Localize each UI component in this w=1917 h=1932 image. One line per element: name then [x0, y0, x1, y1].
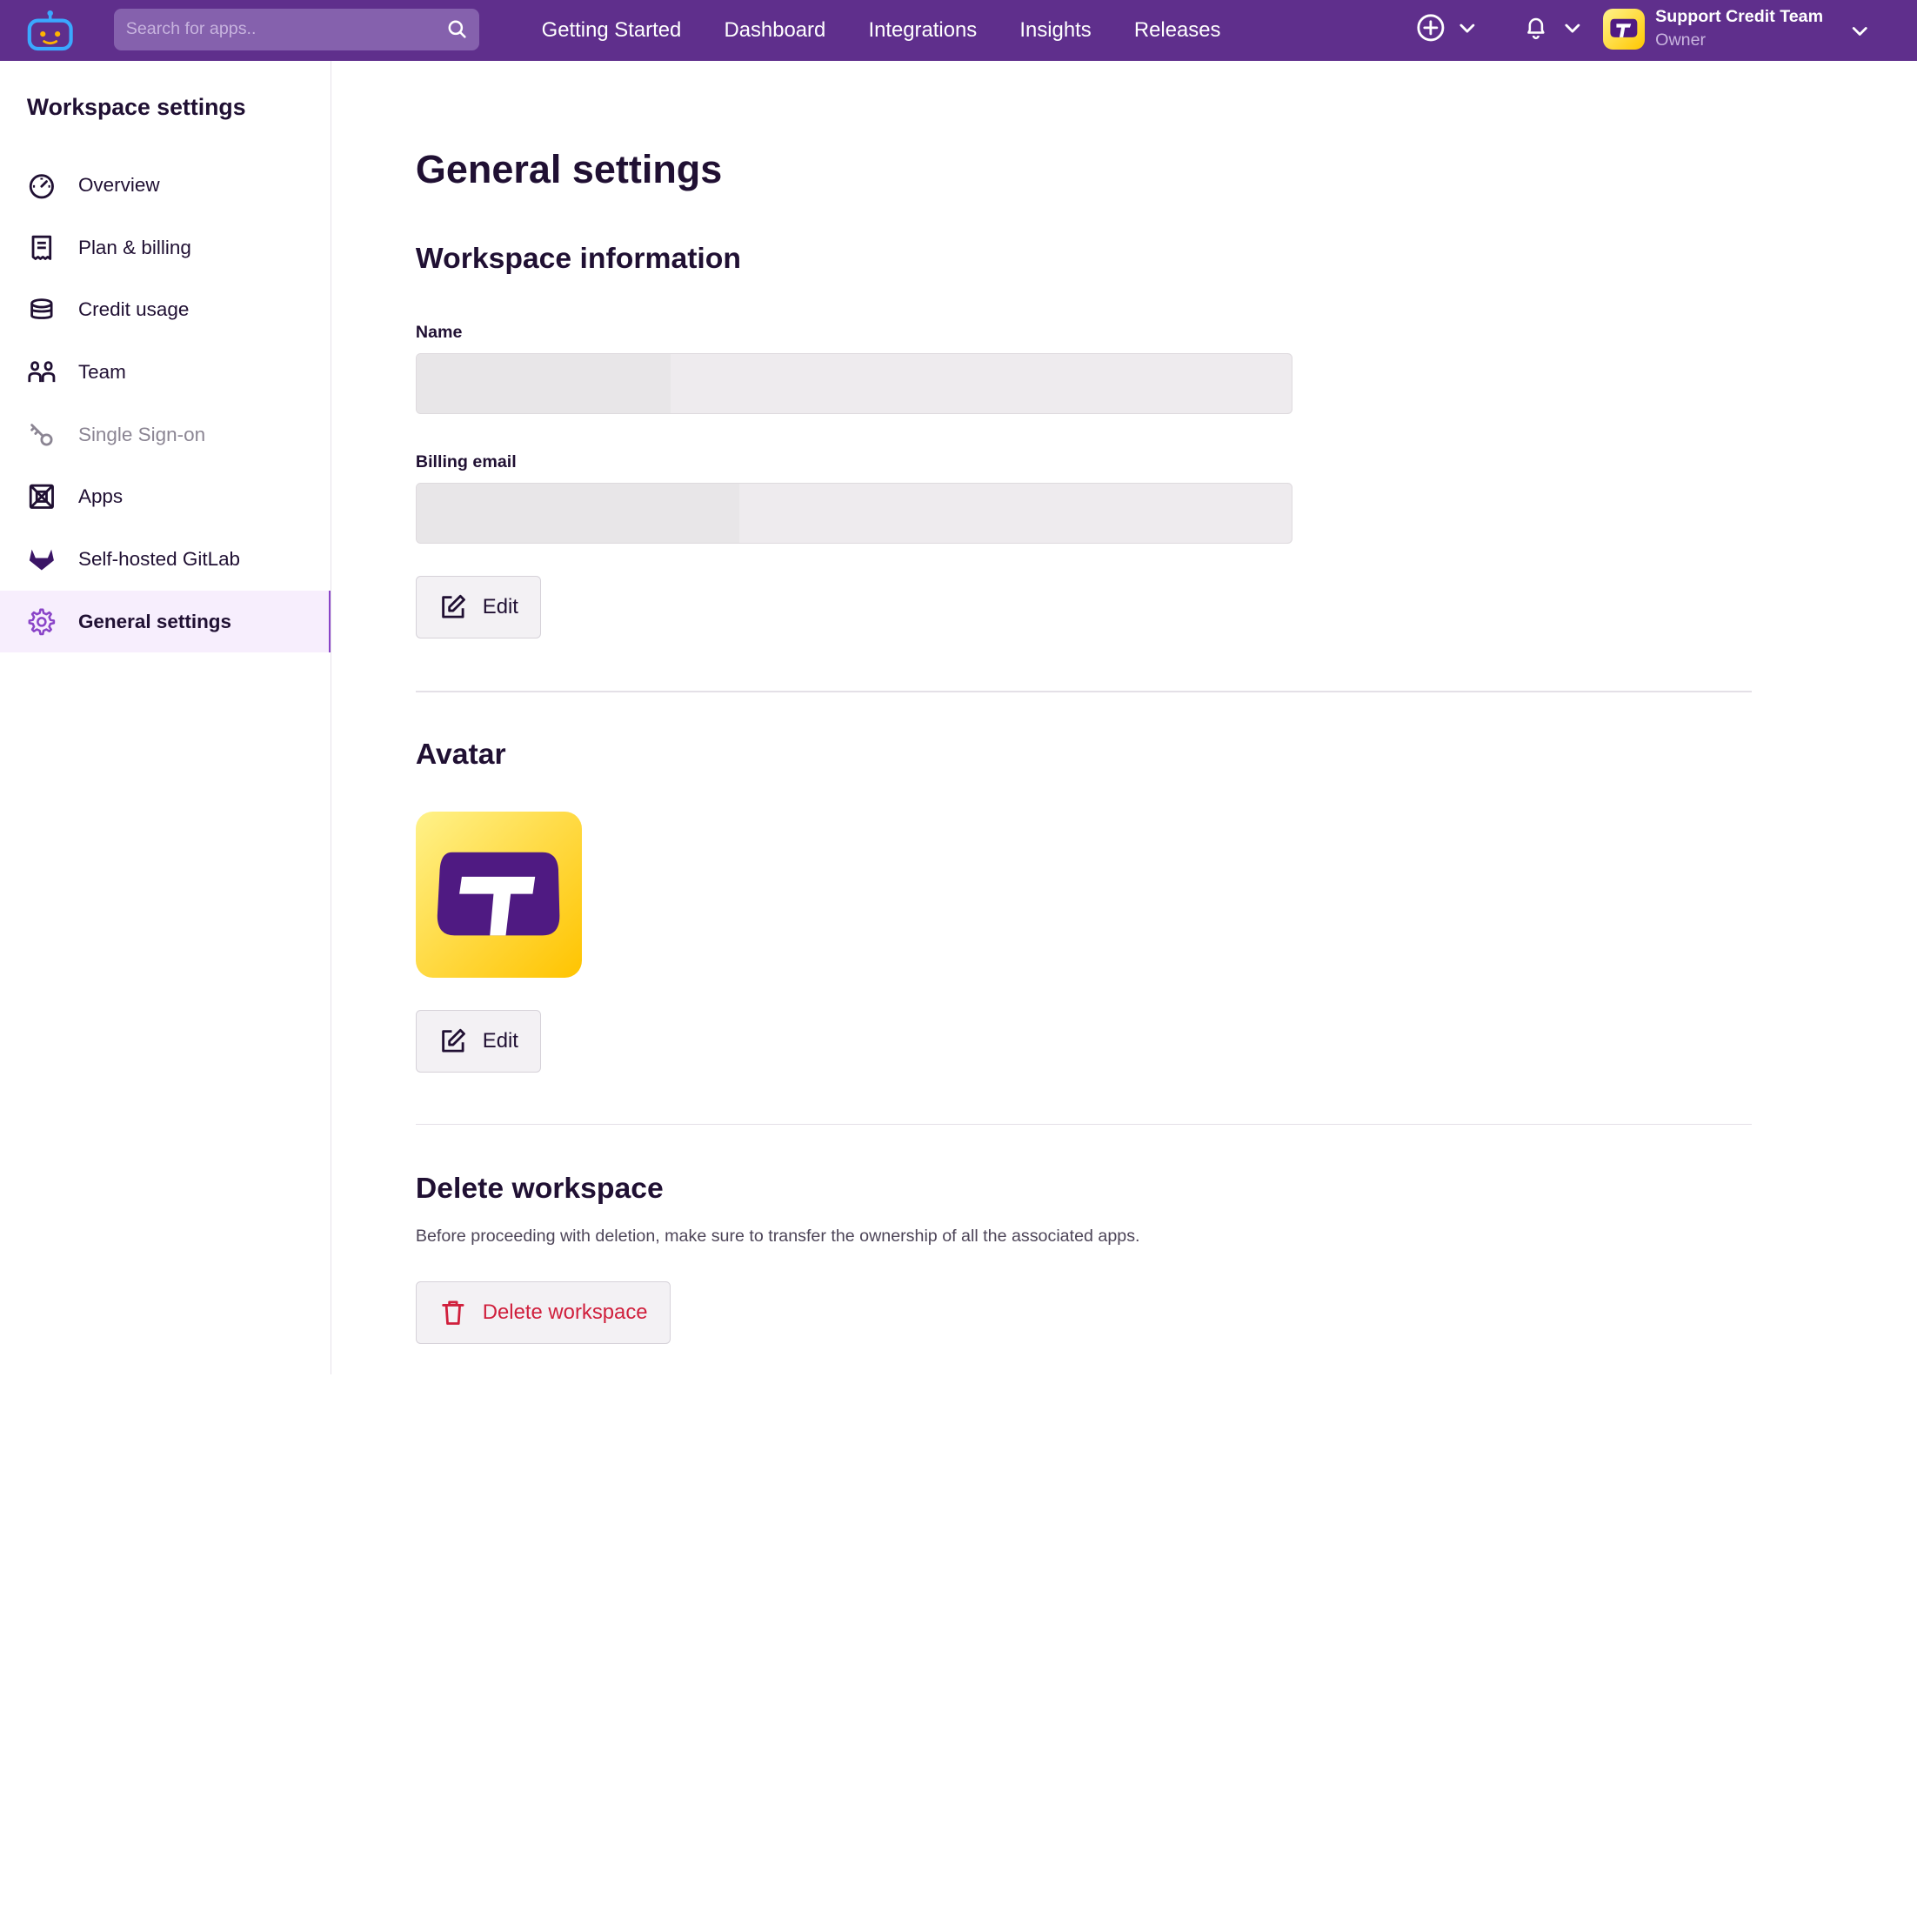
- delete-workspace-description: Before proceeding with deletion, make su…: [415, 1226, 1140, 1246]
- search-input[interactable]: [125, 19, 448, 40]
- section-divider: [415, 1123, 1753, 1126]
- search-icon[interactable]: [447, 19, 467, 39]
- sidebar-nav: Overview Plan & billing Credit usage Tea…: [0, 154, 331, 653]
- sidebar-item-team[interactable]: Team: [0, 341, 331, 404]
- top-bar: Getting Started Dashboard Integrations I…: [0, 0, 1917, 62]
- chevron-down-icon: [1459, 24, 1475, 33]
- page-title: General settings: [415, 146, 723, 191]
- nav-insights[interactable]: Insights: [1019, 0, 1091, 61]
- create-menu-button[interactable]: [1416, 13, 1482, 43]
- edit-label: Edit: [482, 594, 518, 618]
- chevron-down-icon: [1565, 24, 1580, 33]
- nav-dashboard[interactable]: Dashboard: [724, 0, 825, 61]
- sidebar-item-label: Single Sign-on: [77, 423, 206, 445]
- app-logo[interactable]: [27, 10, 73, 51]
- main-nav: Getting Started Dashboard Integrations I…: [542, 0, 1264, 61]
- workspace-logo-icon: [438, 852, 560, 936]
- team-icon: [27, 358, 57, 387]
- edit-workspace-info-button[interactable]: Edit: [415, 576, 542, 638]
- page: Getting Started Dashboard Integrations I…: [0, 0, 1917, 1374]
- delete-workspace-heading: Delete workspace: [415, 1171, 664, 1205]
- coins-stack-icon: [27, 295, 57, 324]
- account-menu[interactable]: Support Credit Team Owner: [1602, 7, 1872, 50]
- edit-icon: [442, 1028, 466, 1053]
- notifications-button[interactable]: [1508, 13, 1586, 43]
- bell-icon: [1526, 18, 1545, 40]
- sidebar-item-label: General settings: [77, 610, 232, 632]
- gitlab-icon: [27, 545, 57, 574]
- trash-icon: [442, 1300, 464, 1325]
- sidebar-title: Workspace settings: [26, 94, 246, 121]
- plus-circle-icon: [1417, 14, 1445, 42]
- account-role: Owner: [1655, 30, 1707, 50]
- edit-icon: [442, 594, 466, 618]
- edit-avatar-button[interactable]: Edit: [415, 1010, 542, 1073]
- top-actions: [1416, 13, 1614, 43]
- nav-integrations[interactable]: Integrations: [868, 0, 977, 61]
- delete-workspace-label: Delete workspace: [482, 1300, 648, 1324]
- sidebar-item-credit-usage[interactable]: Credit usage: [0, 278, 331, 341]
- workspace-information-heading: Workspace information: [415, 242, 741, 276]
- workspace-avatar-image: [415, 812, 583, 979]
- avatar-heading: Avatar: [415, 737, 506, 771]
- edit-label: Edit: [482, 1028, 518, 1053]
- loading-placeholder: [416, 484, 739, 543]
- billing-email-label: Billing email: [415, 452, 517, 472]
- billing-email-field[interactable]: [415, 483, 1292, 545]
- name-label: Name: [415, 323, 463, 343]
- sidebar-item-label: Team: [77, 360, 126, 383]
- sidebar-item-plan-billing[interactable]: Plan & billing: [0, 217, 331, 279]
- sidebar-item-general-settings[interactable]: General settings: [0, 590, 331, 653]
- sidebar-item-self-hosted-gitlab[interactable]: Self-hosted GitLab: [0, 528, 331, 591]
- nav-releases[interactable]: Releases: [1134, 0, 1221, 61]
- gear-icon: [27, 607, 57, 637]
- sidebar-item-label: Plan & billing: [77, 236, 191, 258]
- sidebar-item-label: Credit usage: [77, 298, 190, 321]
- key-icon: [27, 420, 57, 450]
- gauge-icon: [27, 170, 57, 200]
- sidebar-item-apps[interactable]: Apps: [0, 465, 331, 528]
- bot-logo-icon: [27, 10, 73, 51]
- account-name: Support Credit Team: [1655, 7, 1824, 27]
- sidebar-item-label: Self-hosted GitLab: [77, 547, 241, 570]
- receipt-icon: [27, 233, 57, 263]
- name-field[interactable]: [415, 353, 1292, 415]
- workspace-avatar: [1602, 8, 1645, 50]
- settings-sidebar: Workspace settings Overview Plan & billi…: [0, 61, 331, 1374]
- section-divider: [415, 691, 1753, 692]
- chevron-down-icon: [1852, 26, 1867, 36]
- nav-getting-started[interactable]: Getting Started: [542, 0, 682, 61]
- sidebar-item-label: Apps: [77, 485, 124, 508]
- sidebar-item-overview[interactable]: Overview: [0, 154, 331, 217]
- sidebar-item-label: Overview: [77, 173, 160, 196]
- apps-icon: [27, 482, 57, 511]
- workspace-logo-icon: [1610, 19, 1638, 38]
- delete-workspace-button[interactable]: Delete workspace: [415, 1281, 671, 1344]
- search-box[interactable]: [113, 8, 479, 50]
- sidebar-item-single-sign-on[interactable]: Single Sign-on: [0, 404, 331, 466]
- loading-placeholder: [416, 354, 671, 413]
